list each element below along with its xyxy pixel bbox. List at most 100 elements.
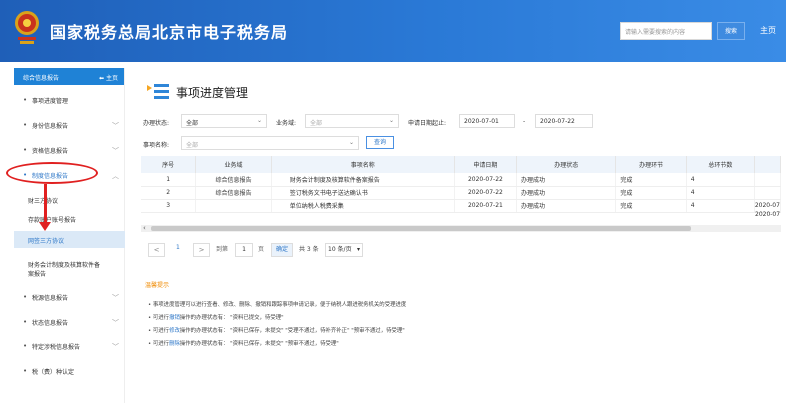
home-arrow-icon: ⬅ bbox=[99, 75, 106, 82]
chevron-down-icon: ⌄ bbox=[388, 117, 394, 124]
table-row[interactable]: 1 综合信息报告 财务会计制度及核算软件备案报告 2020-07-22 办理成功… bbox=[141, 173, 782, 187]
sidebar-item-label: 特定涉税信息报告 bbox=[32, 344, 81, 351]
page-unit-label: 页 bbox=[258, 246, 265, 253]
sidebar-subitem-accounting-system[interactable]: 财务会计制度及核算软件备 bbox=[28, 260, 100, 269]
chevron-down-icon: ﹀ bbox=[112, 294, 119, 302]
horizontal-scrollbar[interactable]: ‹ bbox=[141, 224, 781, 232]
col-header[interactable]: 业务域 bbox=[195, 156, 272, 173]
bullet-icon: • bbox=[23, 318, 28, 326]
search-input[interactable]: 请输入需要搜索的内容 bbox=[620, 22, 712, 40]
date-from-input[interactable]: 2020-07-01 bbox=[459, 114, 515, 128]
sidebar-home-button[interactable]: ⬅ 主页 bbox=[99, 73, 118, 82]
table-row[interactable]: 3 单位纳税人税费采集 2020-07-21 办理成功 完成 4 2020-07 bbox=[141, 199, 782, 213]
cell-index: 2 bbox=[141, 186, 197, 200]
sidebar-item-label: 资格信息报告 bbox=[32, 148, 69, 155]
scroll-left-icon[interactable]: ‹ bbox=[143, 224, 146, 232]
list-icon bbox=[147, 84, 169, 99]
query-button[interactable]: 查询 bbox=[366, 136, 394, 149]
chevron-down-icon: ⌄ bbox=[348, 139, 354, 146]
tip-text: • 事项进度管理可以进行查看、修改、删除、撤销和跟踪事项申请记录，便于纳税人跟进… bbox=[148, 302, 407, 308]
annotation-arrow-head bbox=[39, 222, 51, 231]
tip-highlight: 删除 bbox=[169, 341, 180, 347]
bullet-icon: • bbox=[23, 146, 28, 154]
status-select[interactable]: 全部 ⌄ bbox=[181, 114, 267, 128]
tax-emblem-icon bbox=[15, 11, 39, 44]
current-page-number[interactable]: 1 bbox=[176, 244, 180, 258]
bullet-icon: • bbox=[23, 121, 28, 129]
tip-line: • 可进行修改操作的办理状态有： "资料已保存，未提交" "受理不通过，待补齐补… bbox=[148, 326, 405, 334]
search-button[interactable]: 搜索 bbox=[717, 22, 745, 40]
annotation-arrow-shaft bbox=[44, 184, 47, 226]
sidebar-item-label: 税源信息报告 bbox=[32, 295, 69, 302]
tip-highlight: 修改 bbox=[169, 328, 180, 334]
tip-text: • 可进行 bbox=[148, 315, 170, 321]
sidebar-subitem-label: 网签三方协议 bbox=[28, 238, 65, 245]
chevron-down-icon: ﹀ bbox=[112, 319, 119, 327]
cell-overflow-date: 2020-07 bbox=[755, 211, 781, 218]
total-count: 共 3 条 bbox=[299, 246, 319, 253]
col-header[interactable]: 申请日期 bbox=[454, 156, 518, 173]
bullet-icon: • bbox=[23, 96, 28, 104]
chevron-down-icon: ﹀ bbox=[112, 122, 119, 130]
scrollbar-thumb[interactable] bbox=[151, 226, 691, 231]
table-row[interactable]: 2 综合信息报告 签订税务文书电子送达确认书 2020-07-22 办理成功 完… bbox=[141, 186, 782, 200]
chevron-down-icon: ﹀ bbox=[112, 343, 119, 351]
next-page-button[interactable]: > bbox=[193, 243, 210, 257]
cell-index: 3 bbox=[141, 199, 197, 213]
cell-index: 1 bbox=[141, 173, 197, 187]
goto-confirm-button[interactable]: 确定 bbox=[271, 243, 293, 257]
col-header[interactable]: 总环节数 bbox=[686, 156, 755, 173]
sidebar-item-label: 身份信息报告 bbox=[32, 123, 69, 130]
goto-page-input[interactable]: 1 bbox=[235, 243, 253, 257]
annotation-oval bbox=[6, 162, 98, 184]
goto-label: 到第 bbox=[216, 246, 229, 253]
bullet-icon: • bbox=[23, 367, 28, 375]
business-select[interactable]: 全部 ⌄ bbox=[305, 114, 399, 128]
tip-text: 操作的办理状态有： "资料已提交，待受理" bbox=[179, 315, 284, 321]
cell-item-name: 单位纳税人税费采集 bbox=[271, 199, 455, 213]
col-header bbox=[754, 156, 782, 173]
sidebar-subitem-accounting-system-cont: 案报告 bbox=[28, 271, 47, 278]
tip-text: 操作的办理状态有： "资料已保存，未提交" "预审不通过，待受理" bbox=[179, 341, 339, 347]
tip-line: • 可进行删除操作的办理状态有： "资料已保存，未提交" "预审不通过，待受理" bbox=[148, 339, 339, 347]
sidebar-section-header: 综合信息报告 ⬅ 主页 bbox=[14, 68, 124, 85]
chevron-down-icon: ⌄ bbox=[256, 117, 262, 124]
sidebar-subitem-online-tripartite[interactable]: 网签三方协议 bbox=[14, 231, 125, 248]
sidebar-item-label: 状态信息报告 bbox=[32, 320, 69, 327]
col-header[interactable]: 序号 bbox=[141, 156, 197, 173]
cell-apply-date: 2020-07-22 bbox=[454, 186, 518, 200]
cell-item-name: 财务会计制度及核算软件备案报告 bbox=[271, 173, 455, 187]
business-select-value: 全部 bbox=[310, 120, 323, 127]
sidebar-subitem-tripartite[interactable]: 财三方协议 bbox=[28, 196, 58, 205]
tips-title: 温馨提示 bbox=[145, 282, 170, 289]
cell-step: 完成 bbox=[615, 186, 687, 200]
sidebar-subitem-deposit-account[interactable]: 存款账户账号报告 bbox=[28, 215, 76, 224]
col-header[interactable]: 事项名称 bbox=[271, 156, 455, 173]
sidebar-section-title: 综合信息报告 bbox=[23, 75, 60, 82]
status-select-value: 全部 bbox=[186, 120, 199, 127]
table-header-row: 序号 业务域 事项名称 申请日期 办理状态 办理环节 总环节数 bbox=[141, 156, 782, 173]
cell-overflow bbox=[754, 186, 782, 200]
chevron-down-icon: ﹀ bbox=[112, 147, 119, 155]
status-filter-label: 办理状态: bbox=[143, 120, 170, 127]
cell-status: 办理成功 bbox=[516, 186, 617, 200]
col-header[interactable]: 办理状态 bbox=[516, 156, 617, 173]
col-header[interactable]: 办理环节 bbox=[615, 156, 687, 173]
item-select[interactable]: 全部 ⌄ bbox=[181, 136, 359, 150]
date-to-input[interactable]: 2020-07-22 bbox=[535, 114, 593, 128]
prev-page-button[interactable]: < bbox=[148, 243, 165, 257]
home-link[interactable]: 主页 bbox=[760, 25, 776, 36]
sidebar-item-label: 税（费）种认定 bbox=[32, 369, 75, 376]
page-size-value: 10 条/页 bbox=[328, 246, 352, 253]
tip-line: • 可进行撤销操作的办理状态有： "资料已提交，待受理" bbox=[148, 313, 284, 321]
cell-total-steps: 4 bbox=[686, 199, 755, 213]
bullet-icon: • bbox=[23, 342, 28, 350]
date-separator: - bbox=[523, 118, 526, 125]
page-size-select[interactable]: 10 条/页 ▾ bbox=[325, 243, 363, 257]
bullet-icon: • bbox=[23, 293, 28, 301]
progress-table: 序号 业务域 事项名称 申请日期 办理状态 办理环节 总环节数 1 综合信息报告… bbox=[141, 156, 782, 213]
site-title: 国家税务总局北京市电子税务局 bbox=[50, 23, 289, 42]
cell-apply-date: 2020-07-21 bbox=[454, 199, 518, 213]
cell-step: 完成 bbox=[615, 199, 687, 213]
cell-apply-date: 2020-07-22 bbox=[454, 173, 518, 187]
